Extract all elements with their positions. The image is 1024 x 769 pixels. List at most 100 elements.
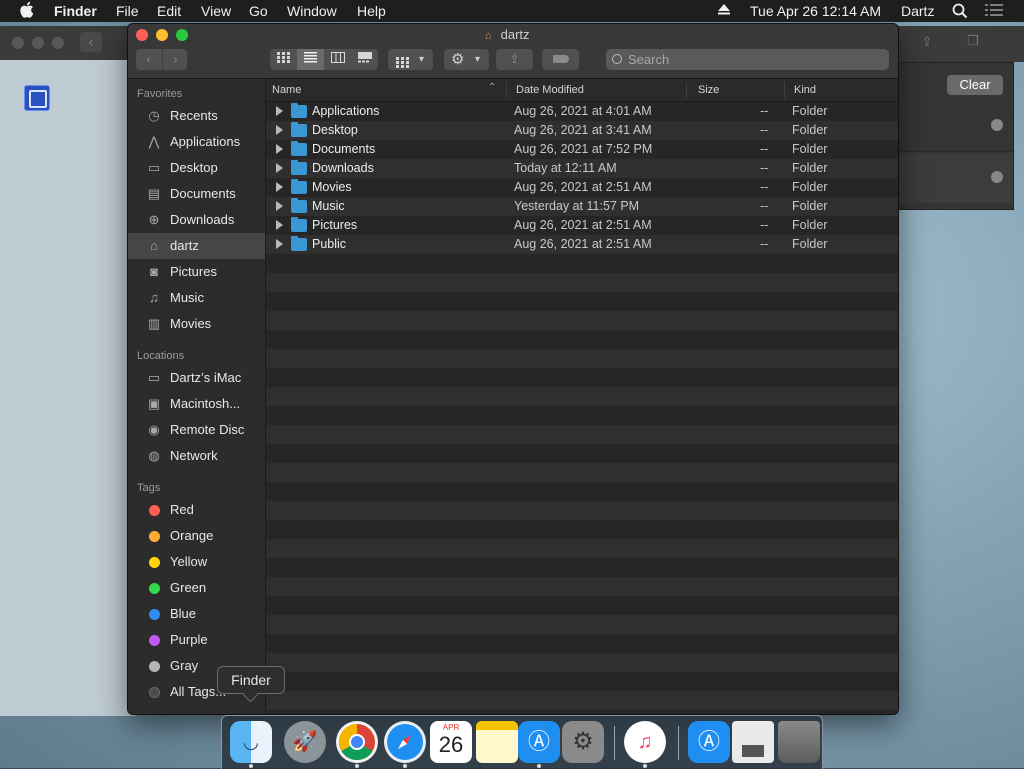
window-copy-icon[interactable]: ❐ <box>962 33 984 51</box>
disclosure-triangle-icon[interactable] <box>276 106 283 116</box>
column-header-name[interactable]: Name <box>272 84 301 96</box>
table-row[interactable]: Public Aug 26, 2021 at 2:51 AM -- Folder <box>266 235 898 254</box>
table-row[interactable]: Documents Aug 26, 2021 at 7:52 PM -- Fol… <box>266 140 898 159</box>
menu-help[interactable]: Help <box>357 3 386 19</box>
table-row[interactable]: Movies Aug 26, 2021 at 2:51 AM -- Folder <box>266 178 898 197</box>
sidebar-item-label: dartz <box>170 238 199 253</box>
disclosure-triangle-icon[interactable] <box>276 144 283 154</box>
sidebar-tag-purple[interactable]: Purple <box>128 627 265 653</box>
sidebar-tag-blue[interactable]: Blue <box>128 601 265 627</box>
sidebar-tag-red[interactable]: Red <box>128 497 265 523</box>
safari-icon[interactable] <box>384 721 426 763</box>
calendar-icon[interactable]: APR 26 <box>430 721 472 763</box>
share-icon[interactable]: ⇪ <box>916 34 938 52</box>
running-indicator <box>537 764 541 768</box>
sidebar-item-label: Recents <box>170 108 218 123</box>
sidebar-tag-orange[interactable]: Orange <box>128 523 265 549</box>
chrome-icon[interactable] <box>336 721 378 763</box>
sidebar-item-macintosh-hd[interactable]: ▣ Macintosh... <box>128 391 265 417</box>
column-header-size[interactable]: Size <box>698 84 719 96</box>
sidebar-item-movies[interactable]: ▥ Movies <box>128 311 265 337</box>
disclosure-triangle-icon[interactable] <box>276 163 283 173</box>
sidebar-item-label: Applications <box>170 134 241 149</box>
edit-tags-button[interactable] <box>542 49 579 70</box>
disclosure-triangle-icon[interactable] <box>276 201 283 211</box>
table-row[interactable]: Desktop Aug 26, 2021 at 3:41 AM -- Folde… <box>266 121 898 140</box>
menu-edit[interactable]: Edit <box>157 3 181 19</box>
inactive-close-icon[interactable] <box>12 37 24 49</box>
close-window-icon[interactable] <box>136 29 148 41</box>
file-name: Movies <box>312 180 352 194</box>
disclosure-triangle-icon[interactable] <box>276 220 283 230</box>
disclosure-triangle-icon[interactable] <box>276 125 283 135</box>
sidebar-tag-yellow[interactable]: Yellow <box>128 549 265 575</box>
sidebar-item-network[interactable]: ◍ Network <box>128 443 265 469</box>
sidebar-item-music[interactable]: ♫ Music <box>128 285 265 311</box>
disclosure-triangle-icon[interactable] <box>276 182 283 192</box>
desktop-app-icon[interactable] <box>24 85 50 111</box>
sidebar-item-pictures[interactable]: ◙ Pictures <box>128 259 265 285</box>
sidebar-item-label: Orange <box>170 528 214 543</box>
list-item[interactable] <box>891 153 1013 203</box>
table-row[interactable]: Music Yesterday at 11:57 PM -- Folder <box>266 197 898 216</box>
share-button[interactable]: ⇪ <box>496 49 533 70</box>
music-app-icon[interactable]: ♫ <box>624 721 666 763</box>
icon-view-icon[interactable] <box>270 49 297 70</box>
forward-button[interactable]: › <box>162 49 188 70</box>
menu-file[interactable]: File <box>116 3 139 19</box>
inactive-zoom-icon[interactable] <box>52 37 64 49</box>
finder-dock-icon[interactable]: ◡ <box>230 721 272 763</box>
sidebar-item-imac[interactable]: ▭ Dartz’s iMac <box>128 365 265 391</box>
document-stack-icon[interactable] <box>732 721 774 763</box>
table-row[interactable]: Downloads Today at 12:11 AM -- Folder <box>266 159 898 178</box>
list-view-icon[interactable] <box>297 49 324 70</box>
menu-window[interactable]: Window <box>287 3 337 19</box>
disclosure-triangle-icon[interactable] <box>276 239 283 249</box>
group-by-button[interactable]: ▾ <box>388 49 433 70</box>
applications-folder-icon[interactable]: Ⓐ <box>688 721 730 763</box>
back-arrow-icon[interactable]: ‹ <box>80 32 102 52</box>
list-item[interactable] <box>891 101 1013 152</box>
column-header-date[interactable]: Date Modified <box>516 84 584 96</box>
table-row[interactable]: Applications Aug 26, 2021 at 4:01 AM -- … <box>266 102 898 121</box>
system-preferences-icon[interactable]: ⚙ <box>562 721 604 763</box>
zoom-window-icon[interactable] <box>176 29 188 41</box>
launchpad-icon[interactable]: 🚀 <box>284 721 326 763</box>
trash-icon[interactable] <box>778 721 820 763</box>
sidebar-item-remote-disc[interactable]: ◉ Remote Disc <box>128 417 265 443</box>
file-size: -- <box>760 218 769 232</box>
minimize-window-icon[interactable] <box>156 29 168 41</box>
sidebar-item-documents[interactable]: ▤ Documents <box>128 181 265 207</box>
clock-datetime[interactable]: Tue Apr 26 12:14 AM <box>750 3 881 19</box>
download-icon: ⊕ <box>148 212 160 227</box>
notification-center-icon[interactable] <box>985 4 1003 20</box>
back-button[interactable]: ‹ <box>136 49 161 70</box>
menu-go[interactable]: Go <box>249 3 268 19</box>
table-row[interactable]: Pictures Aug 26, 2021 at 2:51 AM -- Fold… <box>266 216 898 235</box>
action-menu-button[interactable]: ⚙ ▾ <box>444 49 489 70</box>
user-menu[interactable]: Dartz <box>901 3 934 19</box>
column-view-icon[interactable] <box>324 49 351 70</box>
gallery-view-icon[interactable] <box>351 49 378 70</box>
file-name: Documents <box>312 142 376 156</box>
search-input[interactable]: Search <box>606 49 889 70</box>
notes-icon[interactable] <box>476 721 518 763</box>
eject-icon[interactable] <box>717 2 731 19</box>
clear-button[interactable]: Clear <box>947 75 1003 95</box>
sidebar-item-home[interactable]: ⌂ dartz <box>128 233 265 259</box>
sidebar-item-desktop[interactable]: ▭ Desktop <box>128 155 265 181</box>
app-menu-finder[interactable]: Finder <box>54 3 97 19</box>
background-window-left[interactable]: ‹ <box>0 26 136 716</box>
file-kind: Folder <box>792 218 828 232</box>
menu-view[interactable]: View <box>201 3 231 19</box>
inactive-minimize-icon[interactable] <box>32 37 44 49</box>
sidebar-item-recents[interactable]: ◷ Recents <box>128 103 265 129</box>
sidebar-item-applications[interactable]: ⋀ Applications <box>128 129 265 155</box>
sidebar-tag-green[interactable]: Green <box>128 575 265 601</box>
column-header-kind[interactable]: Kind <box>794 84 816 96</box>
sidebar-item-downloads[interactable]: ⊕ Downloads <box>128 207 265 233</box>
spotlight-search-icon[interactable] <box>952 3 968 22</box>
sidebar-item-label: Downloads <box>170 212 235 227</box>
apple-menu-icon[interactable] <box>20 1 34 21</box>
app-store-icon[interactable]: Ⓐ <box>518 721 560 763</box>
